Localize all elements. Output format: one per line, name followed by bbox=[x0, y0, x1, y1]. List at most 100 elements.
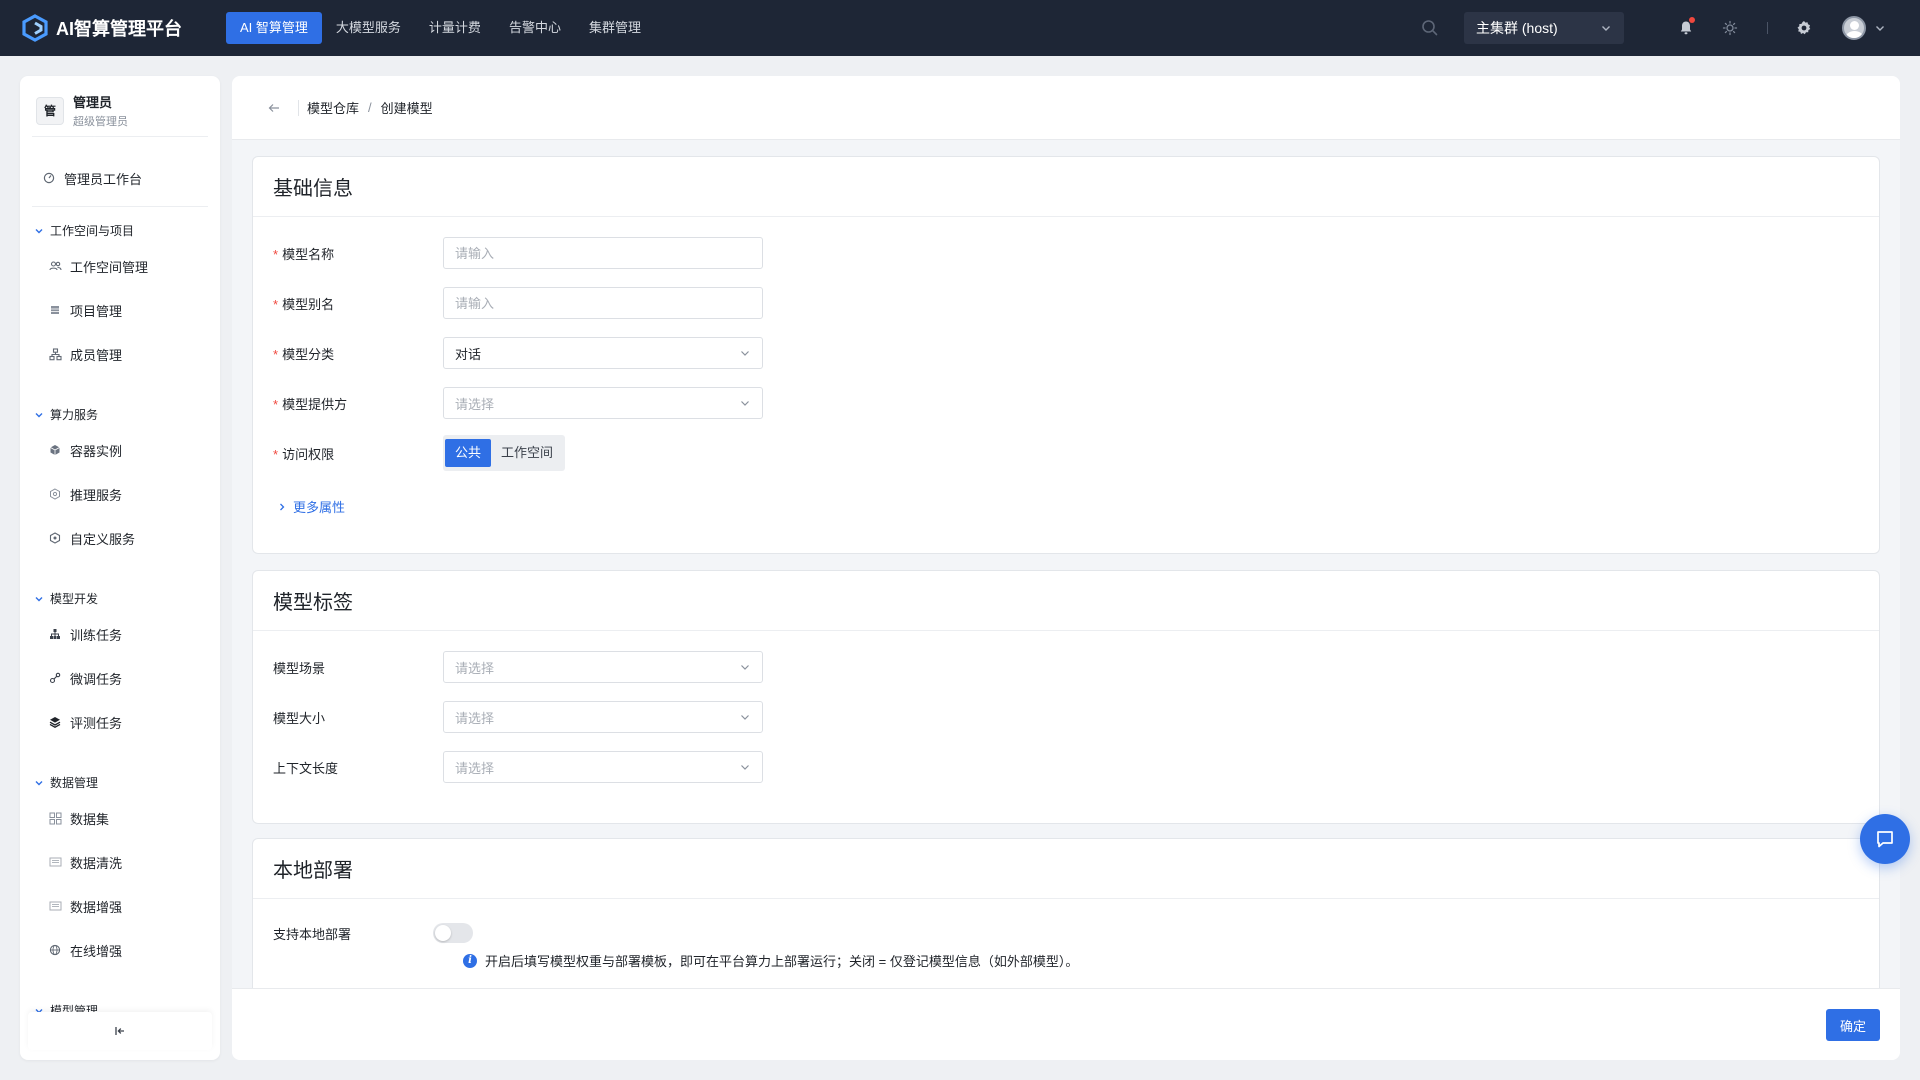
context-length-label: 上下文长度 bbox=[273, 760, 339, 776]
breadcrumb-parent[interactable]: 模型仓库 bbox=[307, 98, 359, 117]
sidebar-item-custom-service[interactable]: 自定义服务 bbox=[48, 528, 135, 548]
notification-button[interactable] bbox=[1674, 16, 1698, 40]
back-button[interactable] bbox=[264, 98, 284, 118]
local-deploy-label: 支持本地部署 bbox=[273, 926, 352, 942]
card-title: 模型标签 bbox=[253, 571, 1879, 631]
form-footer: 确定 bbox=[232, 988, 1900, 1060]
sidebar-item-online-augment[interactable]: 在线增强 bbox=[48, 940, 122, 960]
chevron-down-icon bbox=[35, 780, 43, 785]
avatar-head bbox=[1850, 21, 1859, 30]
nav-alerts[interactable]: 告警中心 bbox=[495, 12, 575, 44]
access-option-workspace[interactable]: 工作空间 bbox=[491, 439, 563, 467]
sidebar-group-model-dev[interactable]: 模型开发 bbox=[34, 590, 98, 607]
sidebar-item-workbench[interactable]: 管理员工作台 bbox=[42, 168, 142, 188]
sidebar-group-label: 算力服务 bbox=[50, 408, 99, 422]
sidebar-item-training[interactable]: 训练任务 bbox=[48, 624, 122, 644]
sidebar-collapse-button[interactable] bbox=[28, 1012, 212, 1050]
nav-billing[interactable]: 计量计费 bbox=[415, 12, 495, 44]
nav-llm-service[interactable]: 大模型服务 bbox=[322, 12, 415, 44]
sidebar-item-label: 容器实例 bbox=[70, 443, 123, 459]
cluster-select[interactable]: 主集群 (host) bbox=[1464, 12, 1624, 44]
model-category-label: * 模型分类 bbox=[273, 346, 335, 362]
model-alias-label: * 模型别名 bbox=[273, 296, 335, 312]
theme-toggle-button[interactable] bbox=[1718, 16, 1742, 40]
top-nav-bar: AI智算管理平台 AI 智算管理 大模型服务 计量计费 告警中心 集群管理 主集… bbox=[0, 0, 1920, 56]
chevron-down-icon bbox=[741, 401, 749, 406]
local-deploy-hint: i 开启后填写模型权重与部署模板，即可在平台算力上部署运行；关闭 = 仅登记模型… bbox=[463, 951, 1078, 970]
sidebar-item-finetune[interactable]: 微调任务 bbox=[48, 668, 122, 688]
sidebar-item-workspace-mgmt[interactable]: 工作空间管理 bbox=[48, 256, 148, 276]
hint-text: 开启后填写模型权重与部署模板，即可在平台算力上部署运行；关闭 = 仅登记模型信息… bbox=[485, 954, 1079, 969]
model-size-row: 模型大小 请选择 bbox=[273, 701, 763, 733]
cube-icon bbox=[48, 443, 62, 457]
avatar[interactable] bbox=[1842, 16, 1866, 40]
chevron-down-icon bbox=[741, 765, 749, 770]
model-provider-select[interactable]: 请选择 bbox=[443, 387, 763, 419]
context-length-select[interactable]: 请选择 bbox=[443, 751, 763, 783]
sidebar-item-container[interactable]: 容器实例 bbox=[48, 440, 122, 460]
user-role: 超级管理员 bbox=[73, 116, 128, 128]
globe-icon bbox=[48, 943, 62, 957]
sidebar-item-data-augment[interactable]: 数据增强 bbox=[48, 896, 122, 916]
gear-icon bbox=[1797, 21, 1811, 35]
model-tags-card: 模型标签 模型场景 请选择 模型大小 请选择 上下文长度 请选择 bbox=[252, 570, 1880, 824]
required-mark: * bbox=[273, 446, 279, 462]
arrow-left-icon bbox=[268, 103, 279, 112]
model-size-select[interactable]: 请选择 bbox=[443, 701, 763, 733]
main-nav: AI 智算管理 大模型服务 计量计费 告警中心 集群管理 bbox=[226, 12, 655, 44]
chat-bubble-icon bbox=[1877, 831, 1893, 848]
layers-icon bbox=[48, 715, 62, 729]
local-deploy-toggle[interactable] bbox=[433, 923, 473, 943]
sidebar-group-data[interactable]: 数据管理 bbox=[34, 774, 98, 791]
sidebar-group-workspace[interactable]: 工作空间与项目 bbox=[34, 222, 134, 239]
required-mark: * bbox=[273, 246, 279, 262]
select-placeholder: 请选择 bbox=[455, 660, 495, 676]
brand[interactable]: AI智算管理平台 bbox=[20, 13, 206, 43]
required-mark: * bbox=[273, 396, 279, 412]
required-mark: * bbox=[273, 346, 279, 362]
page-header: 模型仓库 / 创建模型 bbox=[232, 76, 1900, 140]
sidebar-group-compute[interactable]: 算力服务 bbox=[34, 406, 98, 423]
settings-button[interactable] bbox=[1792, 16, 1816, 40]
nav-cluster[interactable]: 集群管理 bbox=[575, 12, 655, 44]
sidebar-item-inference[interactable]: 推理服务 bbox=[48, 484, 122, 504]
breadcrumb-current: 创建模型 bbox=[380, 101, 433, 116]
model-scene-select[interactable]: 请选择 bbox=[443, 651, 763, 683]
model-scene-label: 模型场景 bbox=[273, 660, 326, 676]
search-icon[interactable] bbox=[1420, 18, 1440, 38]
sidebar-item-project-mgmt[interactable]: 项目管理 bbox=[48, 300, 122, 320]
access-option-public[interactable]: 公共 bbox=[445, 439, 492, 467]
sidebar-item-label: 数据增强 bbox=[70, 899, 123, 915]
model-alias-row: * 模型别名 bbox=[273, 287, 763, 319]
sidebar-item-label: 管理员工作台 bbox=[64, 171, 143, 187]
confirm-button[interactable]: 确定 bbox=[1826, 1009, 1880, 1041]
sidebar: 管 管理员 超级管理员 管理员工作台 工作空间与项目 工作空间管理 项目管理 成… bbox=[20, 76, 220, 1060]
model-name-input[interactable] bbox=[443, 237, 763, 269]
sidebar-group-label: 模型开发 bbox=[50, 592, 99, 606]
model-provider-row: * 模型提供方 请选择 bbox=[273, 387, 763, 419]
sun-icon bbox=[1722, 20, 1738, 36]
sidebar-item-data-clean[interactable]: 数据清洗 bbox=[48, 852, 122, 872]
nav-ai-compute[interactable]: AI 智算管理 bbox=[226, 12, 322, 44]
chat-assistant-button[interactable] bbox=[1860, 814, 1910, 864]
model-alias-input[interactable] bbox=[443, 287, 763, 319]
breadcrumb-divider bbox=[298, 99, 299, 116]
sidebar-item-dataset[interactable]: 数据集 bbox=[48, 808, 109, 828]
sidebar-item-member-mgmt[interactable]: 成员管理 bbox=[48, 344, 122, 364]
avatar-body bbox=[1846, 31, 1863, 38]
user-name: 管理员 bbox=[73, 95, 113, 110]
model-category-row: * 模型分类 对话 bbox=[273, 337, 763, 369]
grid-icon bbox=[48, 811, 62, 825]
model-category-select[interactable]: 对话 bbox=[443, 337, 763, 369]
sidebar-item-evaluation[interactable]: 评测任务 bbox=[48, 712, 122, 732]
sidebar-group-label: 工作空间与项目 bbox=[50, 224, 135, 238]
sidebar-item-label: 在线增强 bbox=[70, 943, 123, 959]
chevron-down-icon[interactable] bbox=[1874, 22, 1886, 34]
sidebar-item-label: 评测任务 bbox=[70, 715, 123, 731]
app-title: AI智算管理平台 bbox=[56, 19, 182, 39]
more-properties-link[interactable]: 更多属性 bbox=[277, 497, 345, 516]
org-chart-icon bbox=[48, 347, 62, 361]
hierarchy-icon bbox=[48, 627, 62, 641]
select-value: 对话 bbox=[455, 346, 482, 362]
sidebar-item-label: 训练任务 bbox=[70, 627, 123, 643]
